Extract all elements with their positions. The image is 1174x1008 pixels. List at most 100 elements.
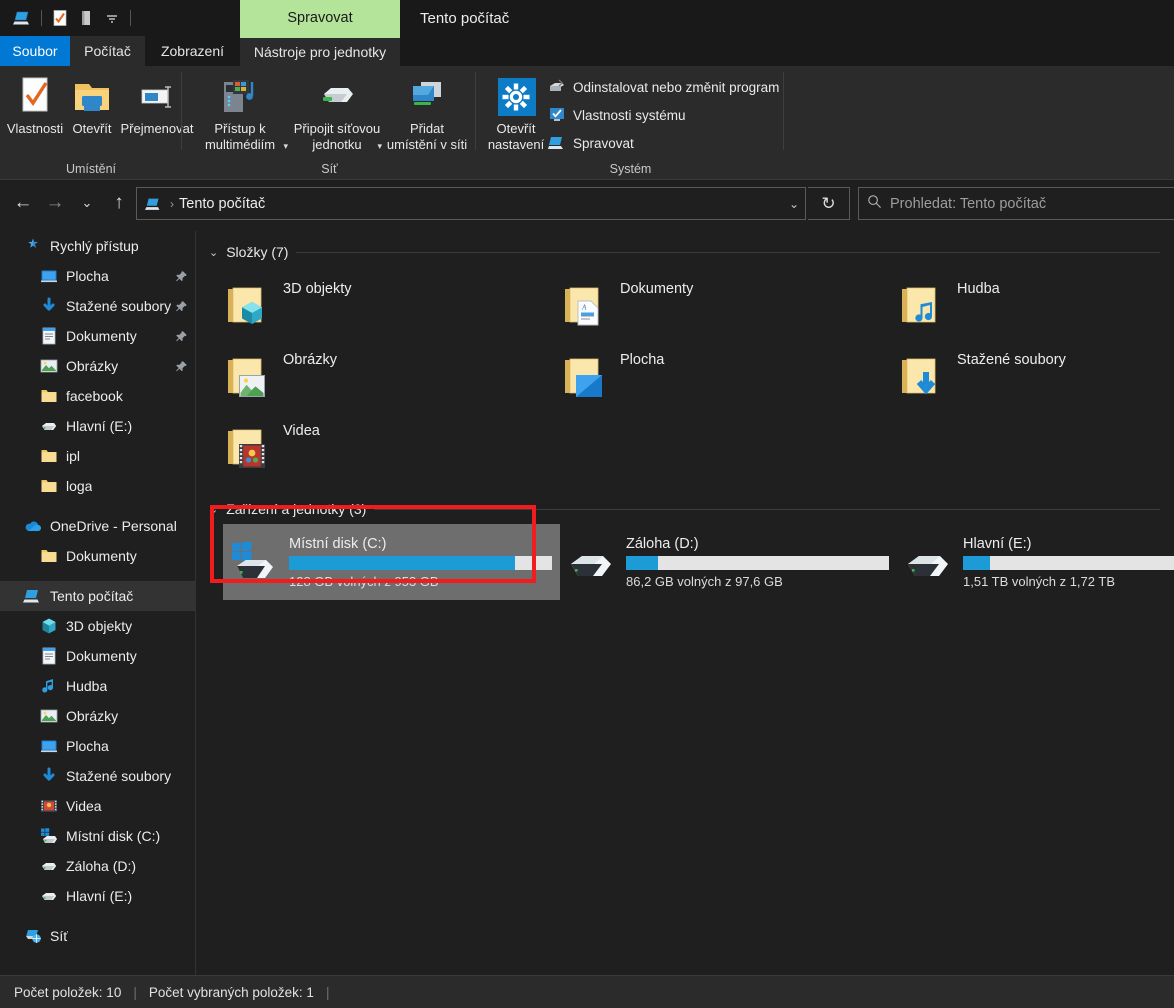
- recent-locations-button[interactable]: ⌄: [72, 188, 102, 218]
- folder-tile[interactable]: Hudba: [897, 269, 1174, 340]
- properties-icon[interactable]: [47, 5, 73, 31]
- ribbon-button-vlastnosti-systemu[interactable]: Vlastnosti systému: [547, 103, 686, 127]
- sidebar-item-plocha[interactable]: Plocha: [0, 261, 195, 291]
- ribbon-button-pripojit-sitovou-jednotku[interactable]: Připojit síťovou jednotku ▾: [288, 72, 386, 153]
- sidebar-item-onedrive-personal[interactable]: OneDrive - Personal: [0, 511, 195, 541]
- window-title: Tento počítač: [420, 9, 510, 27]
- folder-3d-objects-icon: [239, 298, 267, 326]
- folder-tile[interactable]: Stažené soubory: [897, 340, 1174, 411]
- ribbon-button-pridat-umisteni-v-siti[interactable]: Přidat umístění v síti: [379, 72, 475, 153]
- drive-grid: Místní disk (C:) 128 GB volných z 953 GB Z…: [197, 524, 1174, 600]
- folder-grid: 3D objekty A Dokumenty Hudba Obrázky Plocha St…: [197, 269, 1174, 482]
- back-button[interactable]: ←: [8, 188, 38, 218]
- tab-soubor[interactable]: Soubor: [0, 36, 70, 66]
- customize-dropdown-icon[interactable]: [99, 5, 125, 31]
- sidebar-item-dokumenty[interactable]: Dokumenty: [0, 641, 195, 671]
- folder-name: Stažené soubory: [957, 352, 1066, 368]
- up-button[interactable]: ↑: [104, 188, 134, 218]
- group-title: Složky (7): [226, 244, 289, 260]
- sidebar-item-label: Hlavní (E:): [66, 888, 133, 904]
- chevron-down-icon[interactable]: ⌄: [209, 246, 218, 259]
- chevron-down-icon[interactable]: ⌄: [209, 503, 218, 516]
- pin-icon[interactable]: [173, 360, 189, 373]
- folder-tile[interactable]: 3D objekty: [223, 269, 560, 340]
- ribbon-button-pristup-k-multimediim[interactable]: Přístup k multimédiím ▾: [191, 72, 289, 153]
- sidebar-item-label: Obrázky: [66, 708, 119, 724]
- sidebar-item-hudba[interactable]: Hudba: [0, 671, 195, 701]
- ribbon-group-sit: Přístup k multimédiím ▾ Připojit síťovou…: [183, 66, 476, 180]
- refresh-button[interactable]: ↻: [808, 187, 850, 220]
- sidebar-item-facebook[interactable]: facebook: [0, 381, 195, 411]
- sidebar-item-dokumenty[interactable]: Dokumenty: [0, 541, 195, 571]
- address-dropdown-icon[interactable]: ⌄: [789, 197, 799, 211]
- sidebar-item-loga[interactable]: loga: [0, 471, 195, 501]
- sidebar-item-label: Plocha: [66, 268, 109, 284]
- pin-icon[interactable]: [173, 270, 189, 283]
- pin-icon[interactable]: [173, 330, 189, 343]
- group-divider: [296, 251, 1160, 253]
- drive-icon: [566, 540, 616, 584]
- sidebar-item-3d-objekty[interactable]: 3D objekty: [0, 611, 195, 641]
- file-list-pane[interactable]: ⌄ Složky (7) 3D objekty A Dokumenty Hudba Ob…: [197, 231, 1174, 975]
- ribbon-small-button-label: Vlastnosti systému: [573, 107, 686, 123]
- sidebar-item-rychl-p-stup[interactable]: Rychlý přístup: [0, 231, 195, 261]
- folder-downloads-icon: [897, 352, 945, 400]
- tab-zobrazeni[interactable]: Zobrazení: [145, 36, 240, 66]
- add-network-location-icon: [405, 72, 449, 118]
- sidebar-item-m-stn-disk-c[interactable]: Místní disk (C:): [0, 821, 195, 851]
- sidebar-item-label: Stažené soubory: [66, 298, 172, 314]
- drive-tile[interactable]: Hlavní (E:) 1,51 TB volných z 1,72 TB: [897, 524, 1174, 600]
- this-pc-icon: [143, 193, 165, 215]
- group-header-drives[interactable]: ⌄ Zařízení a jednotky (3): [197, 496, 1174, 522]
- tab-nastroje-pro-jednotky[interactable]: Nástroje pro jednotky: [240, 36, 400, 66]
- sidebar-item-dokumenty[interactable]: Dokumenty: [0, 321, 195, 351]
- navigation-pane[interactable]: Rychlý přístup Plocha Stažené soubory Dokum…: [0, 231, 196, 975]
- drive-capacity-fill: [626, 555, 658, 570]
- sidebar-item-hlavn-e[interactable]: Hlavní (E:): [0, 411, 195, 441]
- title-bar: Spravovat Tento počítač: [0, 0, 1174, 36]
- settings-gear-icon: [495, 72, 537, 118]
- ribbon-button-spravovat[interactable]: Spravovat: [547, 131, 634, 155]
- sidebar-item-sta-en-soubory[interactable]: Stažené soubory: [0, 291, 195, 321]
- contextual-tab-header[interactable]: Spravovat: [240, 0, 400, 36]
- folder-tile[interactable]: A Dokumenty: [560, 269, 897, 340]
- documents-icon: [38, 325, 60, 347]
- ribbon: Vlastnosti Otevřít Přejmenovat Umístění …: [0, 66, 1174, 180]
- sidebar-item-obr-zky[interactable]: Obrázky: [0, 351, 195, 381]
- address-bar[interactable]: › Tento počítač ⌄: [136, 187, 806, 220]
- folder-tile[interactable]: Plocha: [560, 340, 897, 411]
- sidebar-item-obr-zky[interactable]: Obrázky: [0, 701, 195, 731]
- tab-pocitac[interactable]: Počítač: [70, 36, 145, 66]
- drive-tile[interactable]: Místní disk (C:) 128 GB volných z 953 GB: [223, 524, 560, 600]
- sidebar-item-videa[interactable]: Videa: [0, 791, 195, 821]
- pin-icon[interactable]: [173, 300, 189, 313]
- sidebar-item-label: Místní disk (C:): [66, 828, 161, 844]
- search-box[interactable]: Prohledat: Tento počítač: [858, 187, 1174, 220]
- sidebar-item-tento-po-ta[interactable]: Tento počítač: [0, 581, 195, 611]
- forward-button[interactable]: →: [40, 188, 70, 218]
- sidebar-item-z-loha-d[interactable]: Záloha (D:): [0, 851, 195, 881]
- ribbon-button-label: Přidat umístění v síti: [386, 121, 468, 152]
- sidebar-item-sta-en-soubory[interactable]: Stažené soubory: [0, 761, 195, 791]
- sidebar-item-s[interactable]: Síť: [0, 921, 195, 951]
- ribbon-button-otevrit-nastaveni[interactable]: Otevřít nastavení: [485, 72, 547, 153]
- ribbon-button-label: Vlastnosti: [6, 121, 64, 136]
- windows-drive-icon: [38, 825, 60, 847]
- windows-drive-icon: [229, 540, 279, 584]
- new-folder-icon[interactable]: [73, 5, 99, 31]
- map-network-drive-icon: [315, 72, 359, 118]
- sidebar-item-label: Tento počítač: [50, 588, 134, 604]
- ribbon-button-odinstalovat-nebo-zmenit-program[interactable]: Odinstalovat nebo změnit program: [547, 75, 779, 99]
- sidebar-item-ipl[interactable]: ipl: [0, 441, 195, 471]
- sidebar-item-plocha[interactable]: Plocha: [0, 731, 195, 761]
- drive-tile[interactable]: Záloha (D:) 86,2 GB volných z 97,6 GB: [560, 524, 897, 600]
- folder-tile[interactable]: Videa: [223, 411, 560, 482]
- documents-icon: [38, 645, 60, 667]
- folder-tile[interactable]: Obrázky: [223, 340, 560, 411]
- sidebar-item-hlavn-e[interactable]: Hlavní (E:): [0, 881, 195, 911]
- breadcrumb-current[interactable]: Tento počítač: [179, 196, 265, 212]
- drive-name: Místní disk (C:): [289, 535, 387, 552]
- this-pc-icon[interactable]: [10, 5, 36, 31]
- group-header-folders[interactable]: ⌄ Složky (7): [197, 239, 1174, 265]
